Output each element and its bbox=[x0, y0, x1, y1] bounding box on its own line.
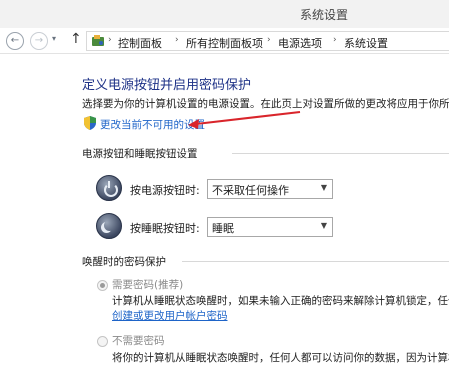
breadcrumb-separator: › bbox=[175, 35, 179, 45]
sleep-button-label: 按睡眠按钮时: bbox=[130, 222, 200, 235]
sleep-moon-icon bbox=[96, 213, 122, 239]
breadcrumb-item-all-items[interactable]: 所有控制面板项 bbox=[186, 35, 263, 51]
title-bar: 系统设置 bbox=[0, 0, 449, 28]
no-password-description: 将你的计算机从睡眠状态唤醒时，任何人都可以访问你的数据，因为计算机 bbox=[112, 352, 449, 364]
up-arrow-icon[interactable]: ↑ bbox=[70, 31, 82, 47]
power-button-action-value: 不采取任何操作 bbox=[212, 184, 289, 197]
control-panel-icon bbox=[92, 35, 104, 46]
change-unavailable-settings-link[interactable]: 更改当前不可用的设置 bbox=[100, 117, 205, 132]
back-arrow-icon[interactable]: ← bbox=[6, 32, 24, 50]
sleep-button-action-select[interactable]: 睡眠 ▼ bbox=[207, 217, 333, 237]
window-title: 系统设置 bbox=[300, 8, 349, 22]
breadcrumb-item-control-panel[interactable]: 控制面板 bbox=[118, 35, 162, 51]
address-bar: ← → ▾ ↑ › 控制面板 › 所有控制面板项 › 电源选项 › 系统设置 bbox=[0, 28, 449, 54]
no-password-label: 不需要密码 bbox=[112, 335, 165, 347]
no-password-radio[interactable] bbox=[97, 336, 108, 347]
require-password-label: 需要密码(推荐) bbox=[112, 279, 184, 291]
breadcrumb-separator: › bbox=[267, 35, 271, 45]
breadcrumb-item-system-settings[interactable]: 系统设置 bbox=[344, 35, 388, 51]
page-description: 选择要为你的计算机设置的电源设置。在此页上对设置所做的更改将应用于你所有 bbox=[82, 98, 449, 110]
breadcrumb-separator: › bbox=[108, 35, 112, 45]
section-divider bbox=[182, 261, 449, 262]
uac-shield-icon bbox=[84, 116, 96, 130]
forward-arrow-icon[interactable]: → bbox=[30, 32, 48, 50]
power-icon bbox=[96, 175, 122, 201]
recent-locations-chevron-icon[interactable]: ▾ bbox=[52, 34, 56, 43]
power-button-action-select[interactable]: 不采取任何操作 ▼ bbox=[207, 179, 333, 199]
chevron-down-icon: ▼ bbox=[320, 183, 327, 192]
create-change-password-link[interactable]: 创建或更改用户帐户密码 bbox=[112, 308, 228, 323]
power-button-label: 按电源按钮时: bbox=[130, 184, 200, 197]
breadcrumb[interactable]: › 控制面板 › 所有控制面板项 › 电源选项 › 系统设置 bbox=[86, 31, 449, 51]
wake-section-title: 唤醒时的密码保护 bbox=[82, 256, 166, 268]
chevron-down-icon: ▼ bbox=[320, 221, 327, 230]
breadcrumb-separator: › bbox=[333, 35, 337, 45]
section-divider bbox=[232, 153, 449, 154]
breadcrumb-item-power-options[interactable]: 电源选项 bbox=[278, 35, 322, 51]
require-password-radio[interactable] bbox=[97, 280, 108, 291]
require-password-description: 计算机从睡眠状态唤醒时，如果未输入正确的密码来解除计算机锁定，任何 bbox=[112, 295, 449, 307]
sleep-button-action-value: 睡眠 bbox=[212, 222, 234, 235]
power-section-title: 电源按钮和睡眠按钮设置 bbox=[82, 148, 198, 160]
page-title: 定义电源按钮并启用密码保护 bbox=[82, 78, 252, 93]
